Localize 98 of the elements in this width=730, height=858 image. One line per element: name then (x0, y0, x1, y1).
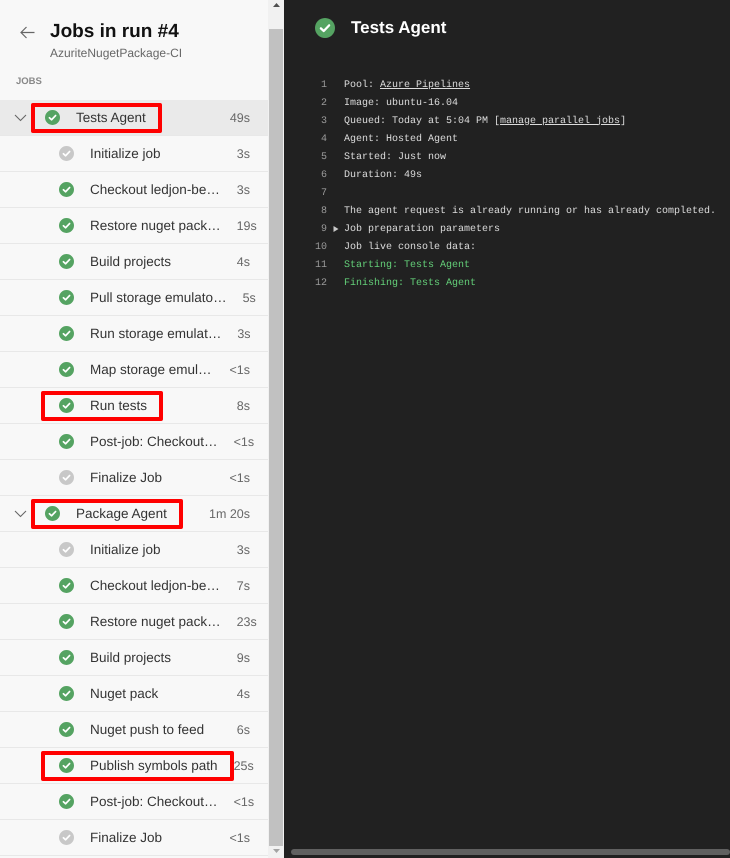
step-duration: <1s (229, 470, 251, 484)
step-duration: 8s (236, 398, 251, 412)
step-name: Restore nuget pack… (90, 614, 221, 629)
step-row[interactable]: Publish symbols path 25s (0, 748, 268, 784)
step-row[interactable]: Checkout ledjon-be… 3s (0, 172, 268, 208)
line-number: 6 (320, 170, 327, 180)
step-name: Map storage emul… (90, 362, 212, 377)
job-row[interactable]: Tests Agent 49s (0, 100, 268, 136)
step-row[interactable]: Post-job: Checkout… <1s (0, 784, 268, 820)
step-duration: <1s (229, 362, 251, 376)
step-name: Finalize Job (90, 830, 162, 845)
line-number: 10 (314, 242, 327, 252)
scrollbar-thumb[interactable] (269, 29, 283, 846)
step-row[interactable]: Post-job: Checkout… <1s (0, 424, 268, 460)
step-name: Run tests (90, 398, 148, 413)
step-duration: 5s (242, 290, 257, 304)
page-title: Jobs in run #4 (50, 20, 179, 44)
step-name: Finalize Job (90, 470, 162, 485)
log-text: Queued: Today at 5:04 PM [manage parallel jobs] (344, 116, 626, 126)
step-row[interactable]: Pull storage emulato… 5s (0, 280, 268, 316)
job-duration: 1m 20s (209, 506, 251, 520)
step-name: Nuget push to feed (90, 722, 204, 737)
log-text: Started: Just now (344, 152, 446, 162)
step-row[interactable]: Nuget pack 4s (0, 676, 268, 712)
step-row[interactable]: Checkout ledjon-be… 7s (0, 568, 268, 604)
line-number: 11 (314, 260, 327, 270)
log-text: Pool: Azure Pipelines (344, 80, 470, 90)
line-number: 8 (320, 206, 327, 216)
step-duration: 3s (236, 146, 251, 160)
step-row[interactable]: Finalize Job <1s (0, 820, 268, 856)
step-row[interactable]: Finalize Job <1s (0, 460, 268, 496)
step-row[interactable]: Map storage emul… <1s (0, 352, 268, 388)
log-text: Job preparation parameters (344, 224, 500, 234)
step-name: Run storage emulat… (90, 326, 222, 341)
scroll-up-icon[interactable] (272, 3, 280, 7)
log-text: Job live console data: (344, 242, 476, 252)
step-row[interactable]: Initialize job 3s (0, 532, 268, 568)
step-name: Nuget pack (90, 686, 158, 701)
job-name: Tests Agent (76, 110, 146, 125)
log-title: Tests Agent (351, 18, 446, 38)
step-name: Initialize job (90, 146, 161, 161)
log-text: Finishing: Tests Agent (344, 278, 476, 288)
step-duration: 3s (236, 542, 251, 556)
step-duration: 23s (236, 614, 258, 628)
step-name: Post-job: Checkout… (90, 794, 218, 809)
step-name: Pull storage emulato… (90, 290, 227, 305)
step-row[interactable]: Build projects 4s (0, 244, 268, 280)
step-row[interactable]: Initialize job 3s (0, 136, 268, 172)
step-name: Post-job: Checkout… (90, 434, 218, 449)
step-name: Publish symbols path (90, 758, 218, 773)
step-duration: <1s (234, 434, 256, 448)
job-row[interactable]: Package Agent 1m 20s (0, 496, 268, 532)
step-duration: <1s (234, 794, 256, 808)
line-number: 5 (320, 152, 327, 162)
step-duration: 19s (236, 218, 258, 232)
job-name: Package Agent (76, 506, 167, 521)
line-number: 2 (320, 98, 327, 108)
caret-right-icon[interactable] (332, 226, 338, 232)
log-text: Image: ubuntu-16.04 (344, 98, 458, 108)
step-duration: <1s (229, 830, 251, 844)
step-name: Build projects (90, 254, 172, 269)
line-number: 4 (320, 134, 327, 144)
step-duration: 25s (234, 758, 255, 772)
job-duration: 49s (230, 110, 251, 124)
step-duration: 3s (237, 326, 252, 340)
step-name: Restore nuget pack… (90, 218, 221, 233)
line-number: 9 (320, 224, 327, 234)
step-row[interactable]: Run storage emulat… 3s (0, 316, 268, 352)
step-row[interactable]: Build projects 9s (0, 640, 268, 676)
pipeline-name: AzuriteNugetPackage-CI (50, 45, 182, 61)
step-name: Initialize job (90, 542, 161, 557)
log-link[interactable]: Azure Pipelines (380, 80, 470, 90)
step-duration: 3s (236, 182, 251, 196)
log-link[interactable]: manage parallel jobs (500, 116, 620, 126)
step-name: Build projects (90, 650, 172, 665)
step-duration: 4s (236, 686, 251, 700)
step-row[interactable]: Restore nuget pack… 19s (0, 208, 268, 244)
back-arrow-icon[interactable] (20, 26, 35, 39)
horizontal-scrollbar[interactable] (291, 849, 730, 855)
step-duration: 9s (236, 650, 251, 664)
step-duration: 7s (236, 578, 251, 592)
line-number: 3 (320, 116, 327, 126)
log-text: The agent request is already running or has already completed. (344, 206, 716, 216)
vertical-scrollbar[interactable] (268, 0, 284, 858)
log-text: Agent: Hosted Agent (344, 134, 458, 144)
step-name: Checkout ledjon-be… (90, 578, 220, 593)
step-duration: 4s (236, 254, 251, 268)
log-text: Duration: 49s (344, 170, 422, 180)
step-row[interactable]: Nuget push to feed 6s (0, 712, 268, 748)
section-label: JOBS (16, 75, 42, 89)
step-duration: 6s (236, 722, 251, 736)
line-number: 12 (314, 278, 327, 288)
step-name: Checkout ledjon-be… (90, 182, 220, 197)
log-text: Starting: Tests Agent (344, 260, 470, 270)
line-number: 1 (320, 80, 327, 90)
line-number: 7 (320, 188, 327, 198)
step-row[interactable]: Restore nuget pack… 23s (0, 604, 268, 640)
step-row[interactable]: Run tests 8s (0, 388, 268, 424)
